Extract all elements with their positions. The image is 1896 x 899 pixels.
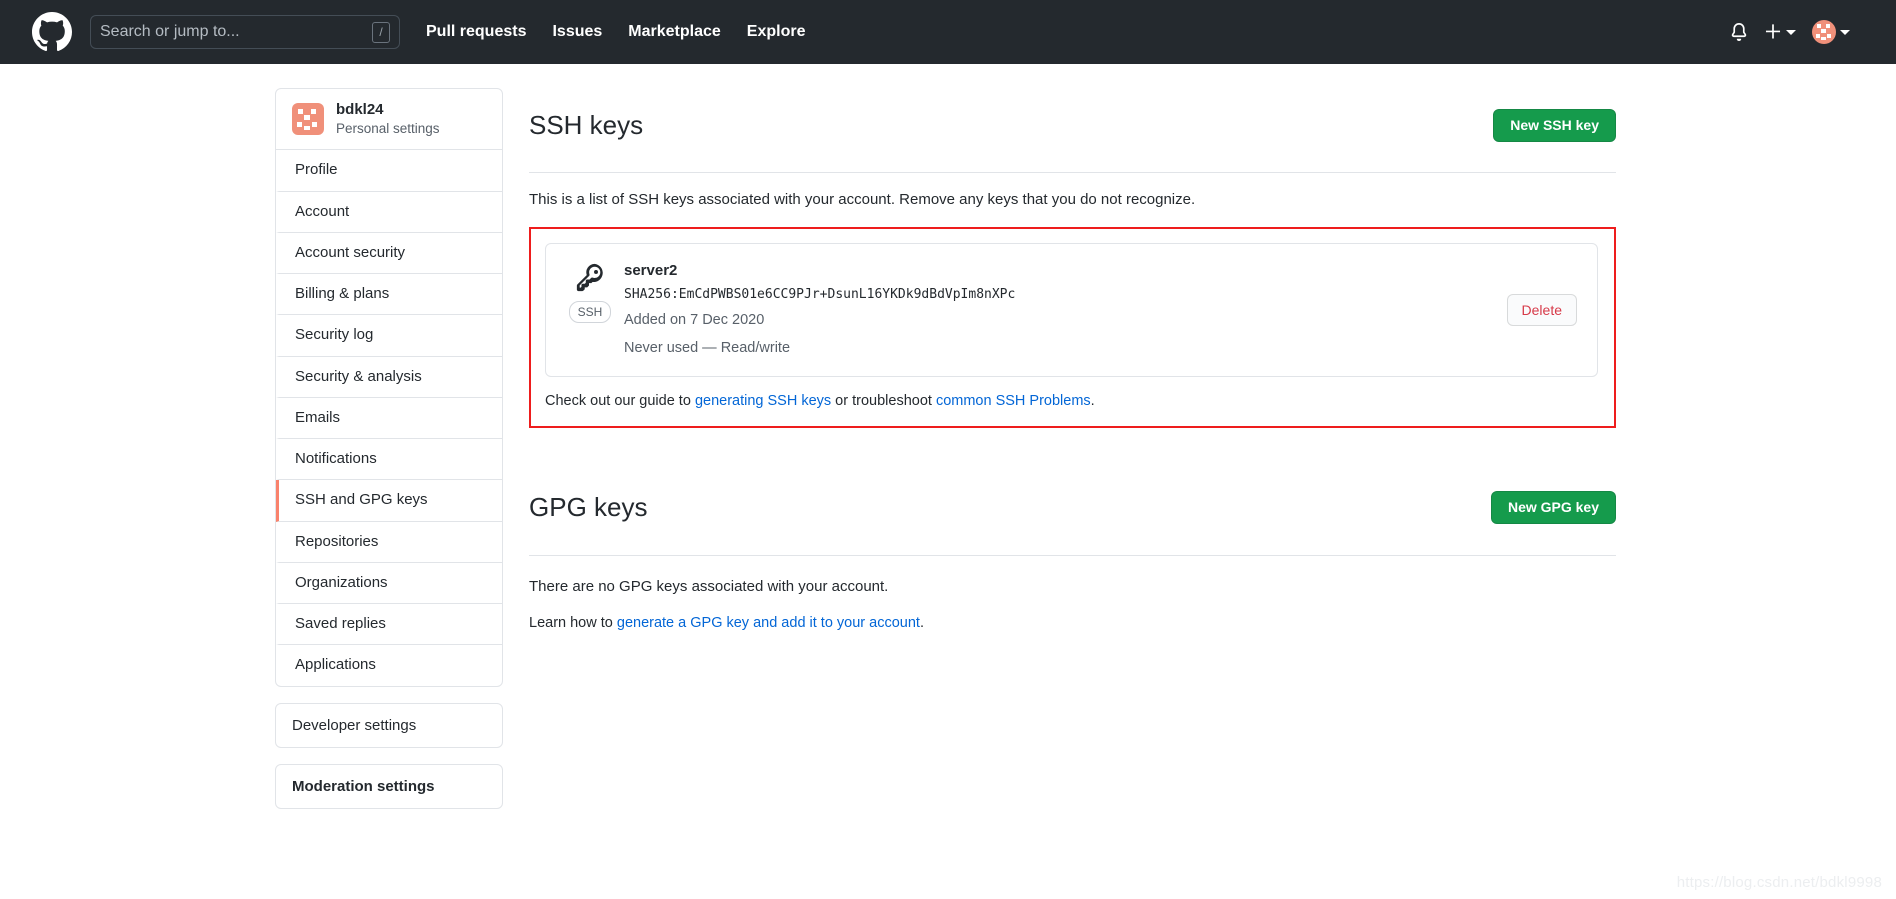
sidebar-item-saved-replies[interactable]: Saved replies [276,604,502,646]
sidebar-item-security-log[interactable]: Security log [276,315,502,357]
gpg-learn-text: Learn how to generate a GPG key and add … [529,613,1616,635]
chevron-down-icon [1840,29,1850,35]
sidebar-profile-subtitle: Personal settings [336,120,440,136]
create-new-menu[interactable] [1764,23,1796,41]
sidebar-item-security-analysis[interactable]: Security & analysis [276,357,502,398]
gpg-keys-section: GPG keys New GPG key There are no GPG ke… [529,470,1616,635]
common-ssh-problems-link[interactable]: common SSH Problems [936,393,1091,409]
sidebar-item-account[interactable]: Account [276,192,502,233]
generating-ssh-keys-link[interactable]: generating SSH keys [695,393,831,409]
nav-item-pull-requests[interactable]: Pull requests [426,23,526,41]
chevron-down-icon [1786,29,1796,35]
page-title: SSH keys [529,109,644,140]
sidebar-item-ssh-and-gpg-keys[interactable]: SSH and GPG keys [276,480,502,522]
main-content: SSH keys New SSH key This is a list of S… [529,88,1616,809]
ssh-guide-text: Check out our guide to generating SSH ke… [545,391,1598,413]
ssh-key-row: SSH server2 SHA256:EmCdPWBS01e6CC9PJr+Ds… [545,242,1598,377]
sidebar-item-profile[interactable]: Profile [276,150,502,192]
gpg-learn-prefix: Learn how to [529,615,617,632]
bell-icon[interactable] [1730,23,1748,41]
sidebar-item-organizations[interactable]: Organizations [276,563,502,605]
ssh-guide-suffix: . [1090,392,1095,409]
ssh-section-description: This is a list of SSH keys associated wi… [529,191,1196,209]
new-ssh-key-button[interactable]: New SSH key [1493,108,1616,142]
sidebar-item-account-security[interactable]: Account security [276,233,502,275]
sidebar-item-notifications[interactable]: Notifications [276,439,502,481]
gpg-empty-text: There are no GPG keys associated with yo… [529,577,889,595]
avatar [292,103,324,136]
gpg-section-header: GPG keys New GPG key [529,470,1616,556]
sidebar-item-developer-settings[interactable]: Developer settings [276,704,502,747]
generate-gpg-key-link[interactable]: generate a GPG key and add it to your ac… [617,615,920,631]
plus-icon [1764,23,1782,41]
user-menu[interactable] [1812,20,1850,44]
delete-ssh-key-button[interactable]: Delete [1506,293,1577,326]
ssh-key-fingerprint: SHA256:EmCdPWBS01e6CC9PJr+DsunL16YKDk9dB… [624,286,1016,302]
ssh-key-icon-column: SSH [562,260,618,323]
ssh-key-title: server2 [624,261,678,279]
new-gpg-key-button[interactable]: New GPG key [1490,491,1616,524]
sidebar-developer-card: Developer settings [275,702,503,748]
sidebar-profile[interactable]: bdkl24 Personal settings [276,89,502,151]
sidebar-item-moderation-settings[interactable]: Moderation settings [276,765,502,808]
sidebar-item-applications[interactable]: Applications [276,645,502,685]
gpg-section-title: GPG keys [529,491,648,522]
page-body: bdkl24 Personal settings Profile Account… [0,64,1896,809]
primary-nav: Pull requests Issues Marketplace Explore [426,23,805,41]
header-actions [1730,20,1876,44]
nav-item-marketplace[interactable]: Marketplace [628,23,721,41]
sidebar-main-card: bdkl24 Personal settings Profile Account… [275,88,503,687]
ssh-keys-section: SSH keys New SSH key This is a list of S… [529,88,1616,429]
sidebar-profile-name: bdkl24 [336,101,384,118]
ssh-guide-middle: or troubleshoot [831,392,936,409]
ssh-key-usage: Never used — Read/write [624,339,791,356]
github-logo-icon[interactable] [32,12,72,52]
global-header: Search or jump to... / Pull requests Iss… [0,0,1896,64]
ssh-key-details: server2 SHA256:EmCdPWBS01e6CC9PJr+DsunL1… [618,260,1507,360]
nav-item-issues[interactable]: Issues [552,23,602,41]
ssh-section-header: SSH keys New SSH key [529,88,1616,174]
sidebar-moderation-card: Moderation settings [275,763,503,809]
ssh-keys-highlight-box: SSH server2 SHA256:EmCdPWBS01e6CC9PJr+Ds… [529,226,1616,429]
key-icon [575,262,605,297]
sidebar-item-billing-plans[interactable]: Billing & plans [276,274,502,316]
ssh-guide-prefix: Check out our guide to [545,392,695,409]
watermark: https://blog.csdn.net/bdkl9998 [1676,874,1882,891]
avatar [1812,20,1836,44]
nav-item-explore[interactable]: Explore [747,23,806,41]
settings-sidebar: bdkl24 Personal settings Profile Account… [275,88,503,809]
sidebar-item-emails[interactable]: Emails [276,398,502,440]
search-input[interactable]: Search or jump to... / [90,15,400,49]
ssh-key-added-date: Added on 7 Dec 2020 [624,312,765,329]
gpg-learn-suffix: . [919,615,924,632]
search-shortcut-key: / [372,21,390,43]
sidebar-item-repositories[interactable]: Repositories [276,522,502,563]
sidebar-profile-text: bdkl24 Personal settings [336,101,440,137]
search-placeholder: Search or jump to... [100,23,240,40]
ssh-key-type-badge: SSH [568,300,612,323]
